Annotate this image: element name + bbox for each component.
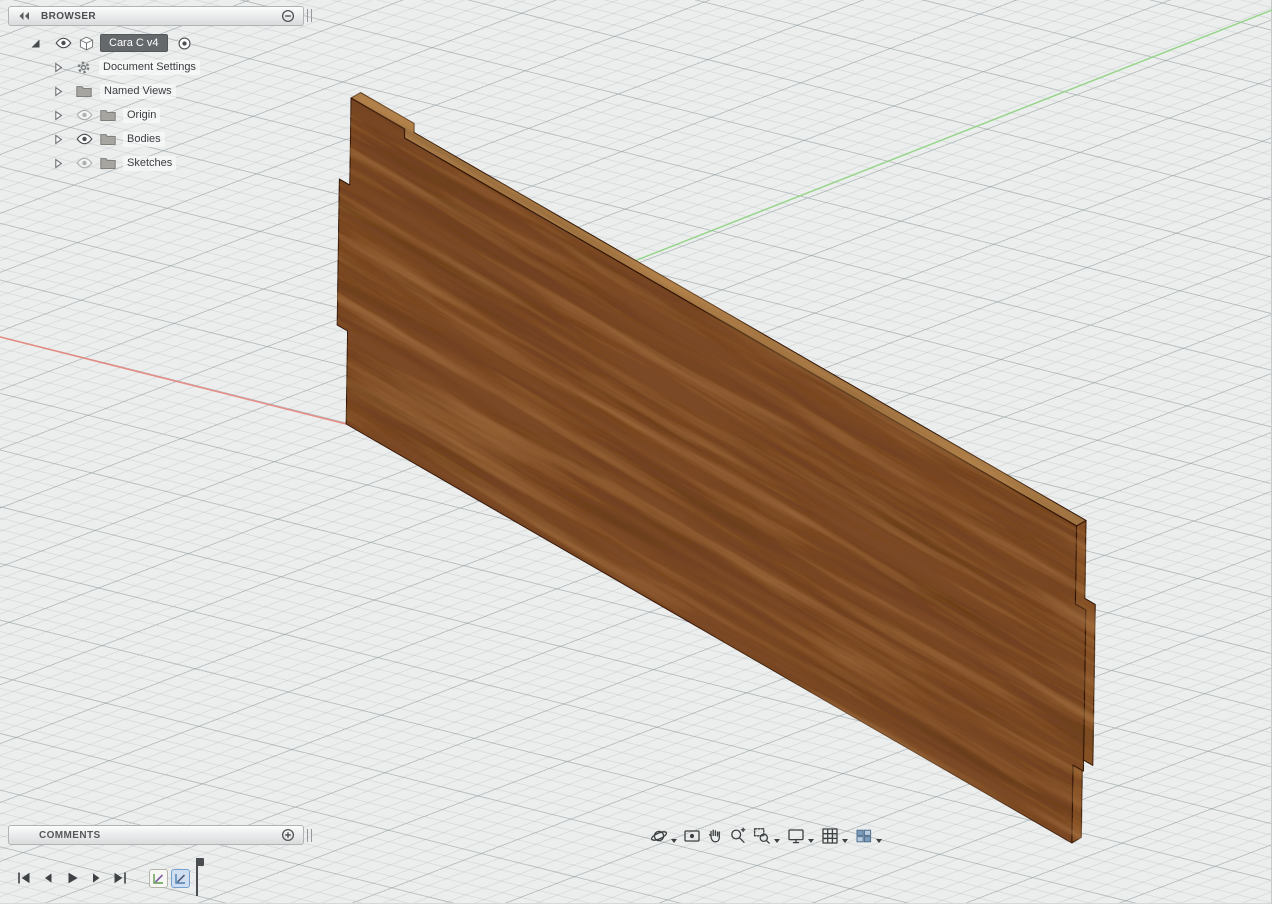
minimize-panel-icon[interactable] bbox=[280, 8, 296, 24]
collapse-panel-icon[interactable] bbox=[16, 8, 32, 24]
visibility-off-eye-icon[interactable] bbox=[76, 109, 93, 121]
viewports-tool-group bbox=[852, 823, 884, 849]
navigation-toolbar bbox=[646, 822, 885, 850]
grid-settings-dropdown-caret[interactable] bbox=[842, 839, 848, 843]
comments-panel-title: COMMENTS bbox=[39, 829, 101, 841]
tree-row-document[interactable]: Cara C v4 bbox=[8, 31, 304, 55]
display-settings-tool-group bbox=[784, 823, 816, 849]
timeline-sketch-feature-icon-selected[interactable] bbox=[171, 868, 190, 888]
orbit-dropdown-caret[interactable] bbox=[671, 839, 677, 843]
folder-icon bbox=[76, 85, 92, 98]
display-settings-dropdown-caret[interactable] bbox=[808, 839, 814, 843]
comments-panel-resize-grip[interactable] bbox=[307, 829, 312, 842]
timeline-playhead[interactable] bbox=[196, 858, 204, 896]
tree-item-label: Document Settings bbox=[99, 59, 200, 75]
orbit-tool-group bbox=[647, 823, 679, 849]
timeline-step-back-button[interactable] bbox=[36, 863, 60, 893]
collapsed-arrow-icon[interactable] bbox=[54, 134, 63, 145]
browser-tree: Cara C v4 Document Settings Named Views … bbox=[8, 31, 304, 175]
viewports-dropdown-caret[interactable] bbox=[876, 839, 882, 843]
tree-row-document-settings[interactable]: Document Settings bbox=[8, 55, 304, 79]
browser-panel-header[interactable]: BROWSER bbox=[8, 6, 304, 26]
tree-item-label: Origin bbox=[123, 107, 161, 123]
tree-item-label: Bodies bbox=[123, 131, 165, 147]
active-document-label[interactable]: Cara C v4 bbox=[100, 34, 168, 52]
model-wood-panel[interactable] bbox=[336, 81, 1097, 854]
visibility-eye-icon[interactable] bbox=[55, 37, 72, 49]
grid-icon[interactable] bbox=[818, 823, 841, 849]
visibility-eye-icon[interactable] bbox=[76, 133, 93, 145]
collapsed-arrow-icon[interactable] bbox=[54, 62, 63, 73]
timeline-step-forward-button[interactable] bbox=[84, 863, 108, 893]
browser-panel-resize-grip[interactable] bbox=[307, 9, 312, 22]
add-comment-icon[interactable] bbox=[280, 827, 296, 843]
panel-front-face[interactable] bbox=[336, 92, 1087, 849]
tree-item-label: Named Views bbox=[100, 83, 176, 99]
grid-settings-tool-group bbox=[818, 823, 850, 849]
collapsed-arrow-icon[interactable] bbox=[54, 86, 63, 97]
zoom-window-tool-group bbox=[750, 823, 782, 849]
y-axis-line bbox=[631, 9, 1272, 263]
tree-item-label: Sketches bbox=[123, 155, 177, 171]
display-settings-monitor-icon[interactable] bbox=[784, 823, 807, 849]
tree-row-bodies[interactable]: Bodies bbox=[8, 127, 304, 151]
timeline-feature-track bbox=[149, 868, 190, 888]
application-window: BROWSER Cara C v4 Document Settings Name… bbox=[0, 0, 1272, 904]
comments-panel[interactable]: COMMENTS bbox=[8, 825, 304, 845]
tree-row-origin[interactable]: Origin bbox=[8, 103, 304, 127]
viewports-icon[interactable] bbox=[852, 823, 875, 849]
pan-hand-icon[interactable] bbox=[703, 823, 726, 849]
zoom-window-icon[interactable] bbox=[750, 823, 773, 849]
look-at-icon[interactable] bbox=[680, 823, 703, 849]
component-cube-icon bbox=[79, 36, 94, 51]
timeline-bar bbox=[12, 861, 190, 895]
tree-row-sketches[interactable]: Sketches bbox=[8, 151, 304, 175]
x-axis-line bbox=[0, 336, 347, 425]
browser-panel: BROWSER Cara C v4 Document Settings Name… bbox=[8, 6, 304, 175]
expanded-arrow-icon[interactable] bbox=[30, 38, 41, 49]
folder-icon bbox=[100, 157, 116, 170]
browser-panel-title: BROWSER bbox=[41, 10, 97, 22]
timeline-go-to-end-button[interactable] bbox=[108, 863, 132, 893]
activate-component-radio-icon[interactable] bbox=[177, 36, 192, 51]
timeline-play-button[interactable] bbox=[60, 863, 84, 893]
collapsed-arrow-icon[interactable] bbox=[54, 110, 63, 121]
timeline-go-to-start-button[interactable] bbox=[12, 863, 36, 893]
gear-icon bbox=[76, 60, 91, 75]
zoom-icon[interactable] bbox=[726, 823, 749, 849]
tree-row-named-views[interactable]: Named Views bbox=[8, 79, 304, 103]
orbit-icon[interactable] bbox=[647, 823, 670, 849]
collapsed-arrow-icon[interactable] bbox=[54, 158, 63, 169]
folder-icon bbox=[100, 109, 116, 122]
folder-icon bbox=[100, 133, 116, 146]
timeline-sketch-feature-icon[interactable] bbox=[149, 868, 168, 888]
visibility-off-eye-icon[interactable] bbox=[76, 157, 93, 169]
zoom-window-dropdown-caret[interactable] bbox=[774, 839, 780, 843]
